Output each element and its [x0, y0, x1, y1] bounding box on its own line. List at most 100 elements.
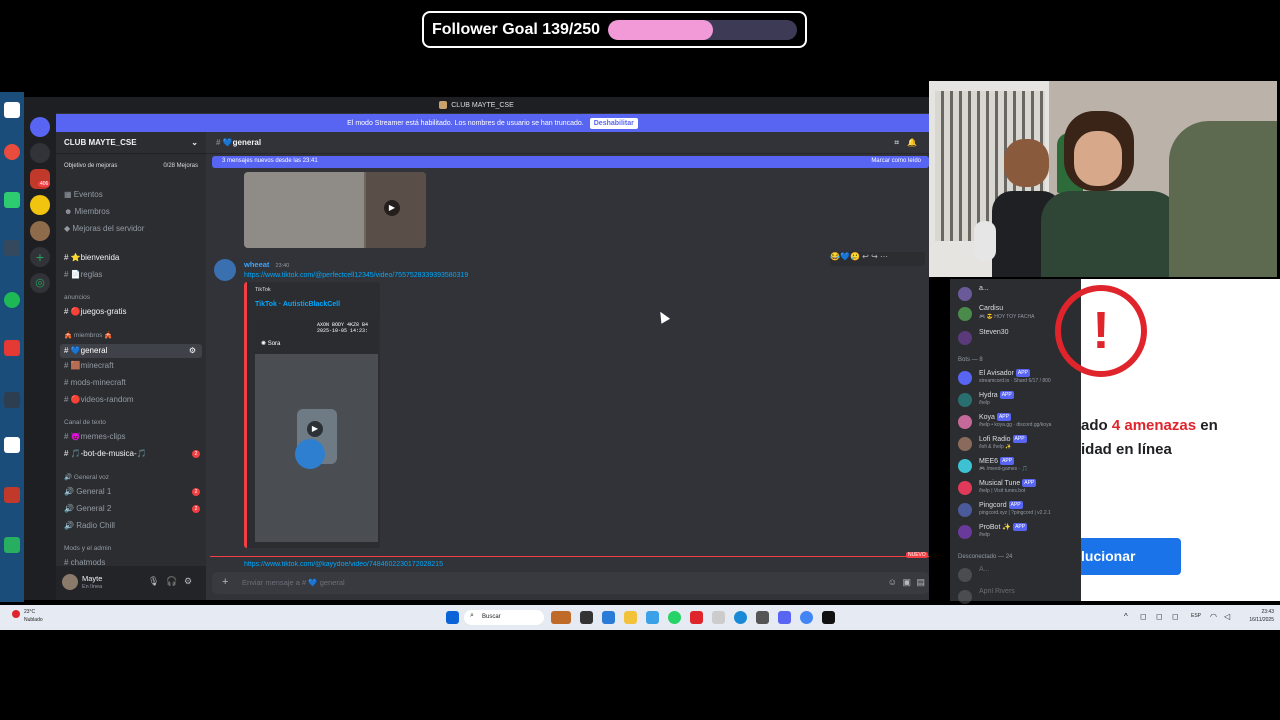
- category-miembros[interactable]: 🎪 miembros 🎪: [64, 331, 112, 339]
- bot-item[interactable]: Koya APP/help • koya.gg · discord.gg/koya: [958, 413, 1073, 431]
- tray-icon[interactable]: ◻: [1156, 612, 1163, 621]
- chevron-up-icon[interactable]: ^: [1124, 612, 1128, 621]
- message-author[interactable]: wheeat: [244, 260, 269, 269]
- voice-radio-chill[interactable]: 🔊 Radio Chill: [64, 521, 115, 530]
- bot-item[interactable]: El Avisador APP streamcord.io · Shard 6/17…: [958, 369, 1073, 387]
- channel-mods-minecraft[interactable]: # mods-minecraft: [64, 378, 126, 387]
- server-icon[interactable]: [30, 143, 50, 163]
- spotify-icon[interactable]: [4, 292, 20, 308]
- reaction-heart-icon[interactable]: 💙: [840, 252, 850, 261]
- server-name-header[interactable]: CLUB MAYTE_CSE ⌄: [56, 132, 206, 154]
- pioneer-icon[interactable]: [4, 392, 20, 408]
- obs-icon[interactable]: [756, 611, 769, 624]
- edge-icon[interactable]: [734, 611, 747, 624]
- taskbar-app-icon[interactable]: [551, 611, 571, 624]
- tiktok-icon[interactable]: [822, 611, 835, 624]
- add-attachment-icon[interactable]: +: [222, 576, 228, 588]
- member-item[interactable]: April Rivers: [958, 588, 1073, 606]
- disable-streamer-button[interactable]: Deshabilitar: [589, 117, 638, 129]
- bot-item[interactable]: Pingcord APP pingcord.xyz | ?pingcord | v2…: [958, 501, 1073, 519]
- steam-icon[interactable]: [4, 240, 20, 256]
- channel-bienvenida[interactable]: # ⭐bienvenida: [64, 253, 119, 262]
- weather-alert-icon[interactable]: [12, 610, 20, 618]
- voice-general-2[interactable]: 🔊 General 2: [64, 504, 111, 513]
- image-attachment[interactable]: ▶: [244, 172, 426, 248]
- search-input[interactable]: ⌕ Buscar: [464, 610, 544, 625]
- channel-settings-icon[interactable]: ⚙: [189, 346, 196, 355]
- explore-servers-icon[interactable]: ◎: [30, 273, 50, 293]
- category-texto[interactable]: Canal de texto: [64, 419, 106, 426]
- next-message-link[interactable]: https://www.tiktok.com/@kayydoe/video/74…: [244, 561, 443, 569]
- weather-temp[interactable]: 23°C: [24, 609, 35, 615]
- channel-general-selected[interactable]: # 💙general ⚙: [60, 344, 202, 358]
- file-explorer-icon[interactable]: [624, 611, 637, 624]
- microphone-icon[interactable]: 🎙: [148, 576, 159, 587]
- discord-home-icon[interactable]: [30, 117, 50, 137]
- chrome-icon[interactable]: [800, 611, 813, 624]
- fix-button[interactable]: lucionar: [1081, 538, 1181, 575]
- language-indicator[interactable]: ESP: [1191, 613, 1201, 619]
- server-icon[interactable]: [30, 195, 50, 215]
- server-icon[interactable]: 406: [30, 169, 51, 189]
- embed-title[interactable]: TikTok · AutisticBlackCell: [255, 301, 340, 308]
- acrobat-icon[interactable]: [4, 487, 20, 503]
- windows-start-icon[interactable]: [446, 611, 459, 624]
- add-server-icon[interactable]: +: [30, 247, 50, 267]
- avatar[interactable]: [214, 259, 236, 281]
- category-admin[interactable]: Mods y el admin: [64, 545, 111, 552]
- avatar[interactable]: [62, 574, 78, 590]
- copilot-icon[interactable]: [646, 611, 659, 624]
- bell-icon[interactable]: 🔔: [907, 138, 917, 147]
- bot-item[interactable]: Lofi Radio APP/lofi & /help ✨: [958, 435, 1073, 453]
- desktop-app-icon[interactable]: [4, 102, 20, 118]
- apps-icon[interactable]: ▤: [916, 577, 925, 588]
- channel-memes-clips[interactable]: # 😈memes-clips: [64, 432, 126, 441]
- tray-icon[interactable]: ◻: [1140, 612, 1147, 621]
- nvidia-icon[interactable]: [4, 192, 20, 208]
- wifi-icon[interactable]: ◠: [1210, 612, 1217, 621]
- gif-icon[interactable]: ☺: [888, 577, 897, 587]
- boost-goal[interactable]: Objetivo de mejoras 0/28 Mejoras: [64, 163, 198, 169]
- anydesk-icon[interactable]: [4, 340, 20, 356]
- category-anuncios[interactable]: anuncios: [64, 294, 90, 301]
- member-item[interactable]: A...: [958, 566, 1073, 584]
- message-composer[interactable]: + Enviar mensaje a # 💙 general ☺ ▣ ▤: [212, 572, 929, 594]
- chrome-icon[interactable]: [4, 144, 20, 160]
- taskbar-app-icon[interactable]: [712, 611, 725, 624]
- mcafee-icon[interactable]: [690, 611, 703, 624]
- outlook-icon[interactable]: [602, 611, 615, 624]
- events-item[interactable]: ▦ Eventos: [64, 190, 103, 199]
- headphones-icon[interactable]: 🎧: [166, 576, 177, 587]
- server-icon[interactable]: [30, 221, 50, 241]
- threads-icon[interactable]: ⌗: [894, 138, 899, 148]
- gear-icon[interactable]: ⚙: [184, 576, 192, 587]
- members-item[interactable]: ☻ Miembros: [64, 207, 110, 216]
- clock-time[interactable]: 23:43: [1252, 609, 1274, 615]
- bot-item[interactable]: Hydra APP/help: [958, 391, 1073, 409]
- capcut-icon[interactable]: [4, 437, 20, 453]
- channel-bot-de-musica[interactable]: # 🎵-bot-de-musica-🎵: [64, 449, 147, 458]
- member-item[interactable]: a...: [958, 285, 1073, 303]
- play-icon[interactable]: ▶: [307, 421, 323, 437]
- message-link[interactable]: https://www.tiktok.com/@perfectcell12345…: [244, 272, 468, 279]
- channel-juegos-gratis[interactable]: # 🔴juegos-gratis: [64, 307, 126, 316]
- voice-general-1[interactable]: 🔊 General 1: [64, 487, 111, 496]
- discord-icon[interactable]: [778, 611, 791, 624]
- channel-reglas[interactable]: # 📄reglas: [64, 270, 102, 279]
- play-icon[interactable]: ▶: [384, 200, 400, 216]
- reaction-laugh-icon[interactable]: 😂: [830, 252, 840, 261]
- whatsapp-icon[interactable]: [668, 611, 681, 624]
- reaction-tear-icon[interactable]: 🥲: [850, 252, 860, 261]
- server-boost-item[interactable]: ◆ Mejoras del servidor: [64, 224, 144, 233]
- volume-icon[interactable]: ◁: [1224, 612, 1230, 621]
- new-messages-bar[interactable]: 3 mensajes nuevos desde las 23:41 Marcar…: [212, 156, 929, 168]
- reply-icon[interactable]: ↩ ↪ ⋯: [862, 252, 888, 261]
- bot-item[interactable]: ProBot ✨ APP/help: [958, 523, 1073, 541]
- serato-icon[interactable]: [4, 537, 20, 553]
- task-view-icon[interactable]: [580, 611, 593, 624]
- channel-videos-random[interactable]: # 🔴videos-random: [64, 395, 134, 404]
- channel-minecraft[interactable]: # 🟫minecraft: [64, 361, 114, 370]
- tray-icon[interactable]: ◻: [1172, 612, 1179, 621]
- category-voz[interactable]: 🔊 General voz: [64, 473, 109, 481]
- video-thumbnail[interactable]: AXON BODY 4KZ8 B4 2025-10-05 14:23: ✺ So…: [255, 319, 378, 542]
